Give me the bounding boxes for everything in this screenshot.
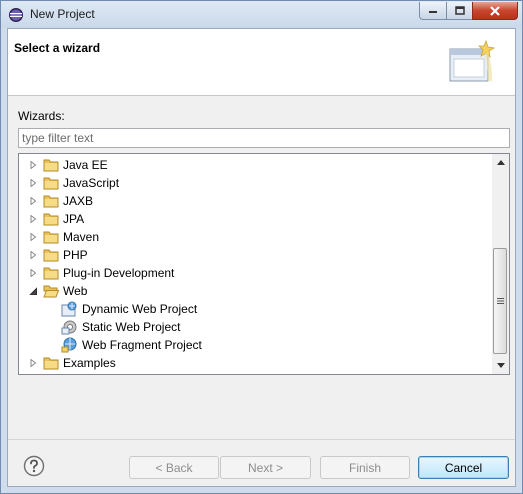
eclipse-icon xyxy=(9,8,23,22)
tree-item-label: Dynamic Web Project xyxy=(82,302,198,316)
close-icon xyxy=(490,5,500,16)
minimize-icon xyxy=(429,10,437,13)
expand-arrow-icon[interactable] xyxy=(29,161,37,169)
tree-item-java-ee[interactable]: Java EE xyxy=(19,156,492,174)
folder-icon xyxy=(43,159,59,172)
arrow-down-icon xyxy=(496,363,505,368)
window-title: New Project xyxy=(30,7,95,21)
maximize-icon xyxy=(454,6,465,15)
tree-item-label: JPA xyxy=(63,212,85,226)
tree-item-label: Maven xyxy=(63,230,100,244)
folder-icon xyxy=(43,267,59,280)
expand-arrow-icon[interactable] xyxy=(29,269,37,277)
folder-icon xyxy=(43,195,59,208)
expand-arrow-icon[interactable] xyxy=(29,233,37,241)
vertical-scrollbar[interactable] xyxy=(492,154,509,374)
wizards-label: Wizards: xyxy=(18,109,65,123)
wizard-tree[interactable]: Java EE JavaScript JAXB JPA Maven PHP Pl… xyxy=(18,153,510,375)
tree-item-web-fragment-project[interactable]: Web Fragment Project xyxy=(19,336,492,354)
expand-arrow-icon[interactable] xyxy=(29,251,37,259)
folder-icon xyxy=(43,213,59,226)
tree-item-dynamic-web-project[interactable]: Dynamic Web Project xyxy=(19,300,492,318)
dialog-content: Select a wizard Wizards: Java EE xyxy=(7,28,516,487)
tree-item-label: Plug-in Development xyxy=(63,266,175,280)
static-web-icon xyxy=(61,320,77,335)
scroll-down-button[interactable] xyxy=(492,357,509,374)
tree-item-javascript[interactable]: JavaScript xyxy=(19,174,492,192)
tree-item-label: Java EE xyxy=(63,158,108,172)
cancel-button[interactable]: Cancel xyxy=(418,456,509,479)
folder-icon xyxy=(43,231,59,244)
back-button[interactable]: < Back xyxy=(129,456,219,479)
expand-arrow-icon[interactable] xyxy=(29,197,37,205)
next-button[interactable]: Next > xyxy=(220,456,311,479)
tree-item-label: Web Fragment Project xyxy=(82,338,202,352)
folder-icon xyxy=(43,177,59,190)
tree-item-static-web-project[interactable]: Static Web Project xyxy=(19,318,492,336)
maximize-button[interactable] xyxy=(446,2,473,20)
tree-item-jpa[interactable]: JPA xyxy=(19,210,492,228)
new-project-dialog: New Project Select a wizard Wizards: typ… xyxy=(0,0,523,494)
help-icon[interactable] xyxy=(23,455,45,477)
tree-item-label: Static Web Project xyxy=(82,320,181,334)
close-button[interactable] xyxy=(472,2,518,20)
collapse-arrow-icon[interactable] xyxy=(29,287,37,295)
tree-item-label: JAXB xyxy=(63,194,94,208)
tree-item-jaxb[interactable]: JAXB xyxy=(19,192,492,210)
title-bar[interactable]: New Project xyxy=(1,1,522,28)
scroll-up-button[interactable] xyxy=(492,154,509,171)
footer-divider xyxy=(8,439,515,440)
finish-button[interactable]: Finish xyxy=(320,456,410,479)
tree-item-plug-in-development[interactable]: Plug-in Development xyxy=(19,264,492,282)
scroll-thumb[interactable] xyxy=(493,248,507,354)
tree-item-php[interactable]: PHP xyxy=(19,246,492,264)
web-project-icon xyxy=(61,301,77,317)
tree-item-label: PHP xyxy=(63,248,88,262)
folder-icon xyxy=(43,357,59,370)
expand-arrow-icon[interactable] xyxy=(29,179,37,187)
tree-item-maven[interactable]: Maven xyxy=(19,228,492,246)
expand-arrow-icon[interactable] xyxy=(29,359,37,367)
grip-icon xyxy=(496,298,504,304)
tree-item-label: Web xyxy=(63,284,88,298)
expand-arrow-icon[interactable] xyxy=(29,215,37,223)
new-wizard-banner-icon xyxy=(449,39,496,82)
tree-item-examples[interactable]: Examples xyxy=(19,354,492,372)
tree-item-web[interactable]: Web xyxy=(19,282,492,300)
tree-item-label: JavaScript xyxy=(63,176,120,190)
page-title: Select a wizard xyxy=(14,41,101,55)
web-fragment-icon xyxy=(61,337,77,353)
folder-open-icon xyxy=(43,285,59,298)
minimize-button[interactable] xyxy=(419,2,447,20)
filter-input[interactable] xyxy=(18,128,510,148)
wizard-header: Select a wizard xyxy=(8,29,515,96)
folder-icon xyxy=(43,249,59,262)
tree-item-label: Examples xyxy=(63,356,116,370)
tree-list: Java EE JavaScript JAXB JPA Maven PHP Pl… xyxy=(19,156,492,372)
arrow-up-icon xyxy=(496,160,505,165)
